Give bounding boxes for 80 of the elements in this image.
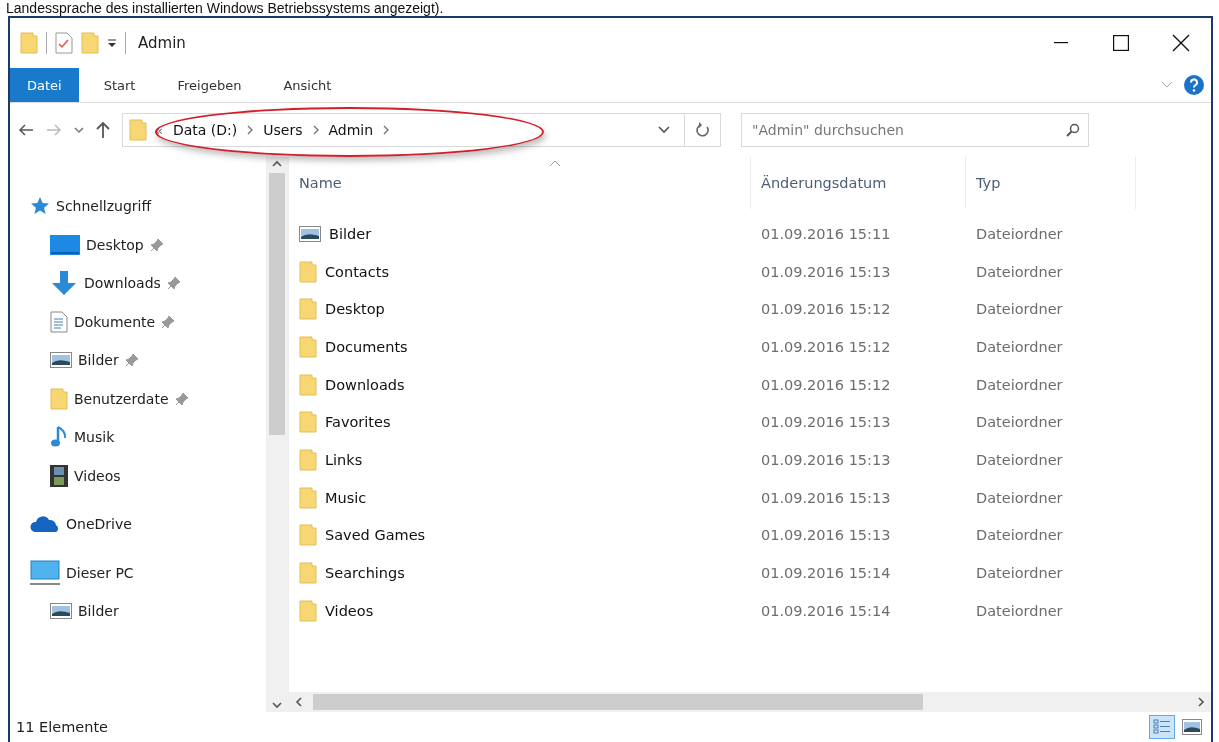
modified-date: 01.09.2016 15:13: [761, 527, 891, 544]
file-name: Saved Games: [325, 527, 426, 544]
file-type: Dateiordner: [976, 602, 1063, 619]
file-name: Contacts: [325, 263, 389, 280]
sidebar-item[interactable]: Schnellzugriff: [10, 187, 266, 226]
window-title: Admin: [138, 34, 186, 52]
file-row[interactable]: Favorites 01.09.2016 15:13 Dateiordner: [289, 403, 1211, 442]
sidebar-item-label: Dieser PC: [66, 564, 134, 581]
sidebar-item-label: Videos: [74, 467, 121, 484]
modified-date: 01.09.2016 15:14: [761, 565, 891, 582]
modified-date: 01.09.2016 15:14: [761, 602, 891, 619]
breadcrumb[interactable]: Data (D:): [170, 122, 240, 138]
sidebar-item[interactable]: OneDrive: [10, 505, 266, 544]
modified-date: 01.09.2016 15:12: [761, 301, 891, 318]
sidebar-item[interactable]: Videos: [10, 456, 266, 495]
sidebar-item-label: Bilder: [78, 352, 119, 369]
file-name: Downloads: [325, 376, 405, 393]
ribbon-tab[interactable]: Freigeben: [160, 68, 259, 102]
file-type: Dateiordner: [976, 225, 1063, 242]
item-count: 11 Elemente: [16, 719, 108, 735]
ribbon-tab[interactable]: Start: [86, 68, 153, 102]
file-type: Dateiordner: [976, 527, 1063, 544]
sidebar-item-label: Downloads: [84, 275, 161, 292]
file-row[interactable]: Saved Games 01.09.2016 15:13 Dateiordner: [289, 516, 1211, 555]
sidebar-item[interactable]: Desktop: [10, 225, 266, 264]
file-type: Dateiordner: [976, 376, 1063, 393]
sidebar-item-label: Dokumente: [74, 313, 156, 330]
file-row[interactable]: Links 01.09.2016 15:13 Dateiordner: [289, 441, 1211, 479]
sidebar-item[interactable]: Benutzerdate: [10, 379, 266, 418]
file-type: Dateiordner: [976, 414, 1063, 431]
file-row[interactable]: Music 01.09.2016 15:13 Dateiordner: [289, 478, 1211, 517]
sidebar-item-label: OneDrive: [66, 516, 132, 533]
file-type: Dateiordner: [976, 301, 1063, 318]
column-header[interactable]: Name: [289, 157, 751, 209]
file-row[interactable]: Bilder 01.09.2016 15:11 Dateiordner: [289, 215, 1211, 253]
sidebar-item[interactable]: Bilder: [10, 341, 266, 380]
sidebar-item-label: Benutzerdate: [74, 390, 169, 407]
sidebar-item[interactable]: Musik: [10, 418, 266, 457]
sidebar-item[interactable]: Bilder: [10, 592, 266, 631]
file-row[interactable]: Documents 01.09.2016 15:12 Dateiordner: [289, 328, 1211, 366]
modified-date: 01.09.2016 15:13: [761, 451, 891, 468]
file-row[interactable]: Contacts 01.09.2016 15:13 Dateiordner: [289, 252, 1211, 291]
sidebar-item[interactable]: Dokumente: [10, 302, 266, 341]
file-name: Desktop: [325, 301, 385, 318]
file-name: Documents: [325, 338, 408, 355]
file-row[interactable]: Desktop 01.09.2016 15:12 Dateiordner: [289, 290, 1211, 329]
column-header[interactable]: Typ: [966, 157, 1136, 209]
modified-date: 01.09.2016 15:13: [761, 414, 891, 431]
sidebar-item-label: Schnellzugriff: [56, 198, 152, 215]
modified-date: 01.09.2016 15:12: [761, 376, 891, 393]
sidebar-item-label: Desktop: [86, 236, 144, 253]
file-row[interactable]: Searchings 01.09.2016 15:14 Dateiordner: [289, 554, 1211, 592]
sidebar-item[interactable]: Downloads: [10, 264, 266, 303]
modified-date: 01.09.2016 15:11: [761, 225, 891, 242]
file-row[interactable]: Downloads 01.09.2016 15:12 Dateiordner: [289, 365, 1211, 404]
file-type: Dateiordner: [976, 489, 1063, 506]
file-row[interactable]: Videos 01.09.2016 15:14 Dateiordner: [289, 591, 1211, 630]
file-name: Bilder: [329, 225, 372, 242]
file-name: Searchings: [325, 565, 405, 582]
sidebar-item[interactable]: Dieser PC: [10, 553, 266, 592]
breadcrumb[interactable]: Users: [261, 122, 305, 138]
file-name: Favorites: [325, 414, 391, 431]
file-name: Links: [325, 451, 363, 468]
file-type: Dateiordner: [976, 565, 1063, 582]
column-header[interactable]: Änderungsdatum: [751, 157, 966, 209]
modified-date: 01.09.2016 15:13: [761, 263, 891, 280]
file-name: Music: [325, 489, 367, 506]
file-type: Dateiordner: [976, 263, 1063, 280]
search-field[interactable]: "Admin" durchsuchen: [741, 113, 1089, 147]
sidebar-item-label: Musik: [74, 429, 115, 446]
file-type: Dateiordner: [976, 338, 1063, 355]
file-menu-tab[interactable]: Datei: [10, 68, 79, 102]
caption-text: Landessprache des installierten Windows Betriebssystems angezeigt).: [5, 0, 445, 16]
breadcrumb[interactable]: Admin: [326, 122, 376, 138]
file-name: Videos: [325, 602, 374, 619]
modified-date: 01.09.2016 15:12: [761, 338, 891, 355]
file-type: Dateiordner: [976, 451, 1063, 468]
sidebar-item-label: Bilder: [78, 603, 119, 620]
ribbon-tab[interactable]: Ansicht: [266, 68, 349, 102]
modified-date: 01.09.2016 15:13: [761, 489, 891, 506]
